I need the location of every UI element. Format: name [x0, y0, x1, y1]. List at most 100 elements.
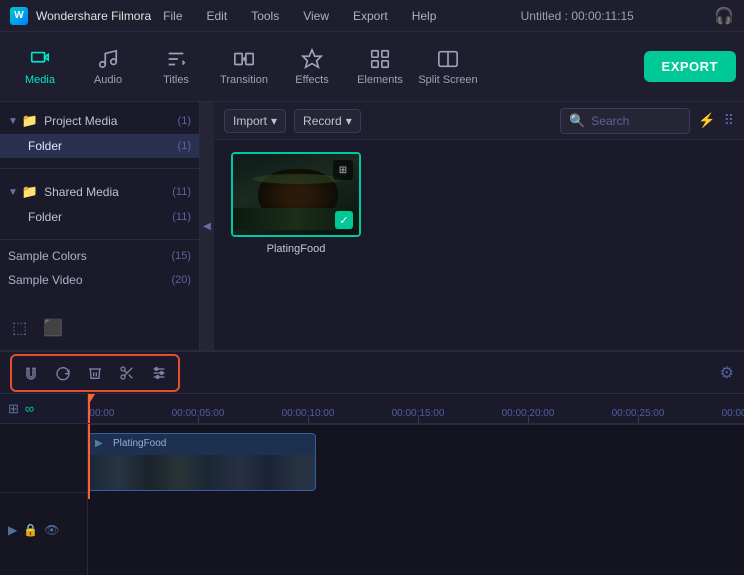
track-label-video: ▶ 🔒 👁: [0, 492, 87, 567]
left-panel: ▼ 📁 Project Media (1) Folder (1) ▼ 📁 Sha…: [0, 102, 200, 350]
folder-icon-2: 📁: [22, 184, 38, 200]
media-selected-check: ✓: [335, 211, 353, 229]
sample-colors-item[interactable]: Sample Colors (15): [0, 244, 199, 268]
add-folder-icon[interactable]: ⬚: [12, 318, 27, 338]
menu-export[interactable]: Export: [349, 7, 392, 25]
clip-name: PlatingFood: [113, 438, 166, 449]
project-media-section: ▼ 📁 Project Media (1) Folder (1): [0, 102, 199, 164]
search-input[interactable]: [591, 114, 681, 128]
ruler-tick-2: [308, 415, 309, 423]
timeline-content: ⊞ ∞ ▶ 🔒 👁 00:00:00:00 00:00:05:00 00:00:…: [0, 394, 744, 575]
media-item-name: PlatingFood: [267, 243, 326, 255]
timeline-right-tools: ⚙: [720, 363, 734, 383]
import-dropdown[interactable]: Import ▾: [224, 109, 286, 133]
timeline: ⚙ ⊞ ∞ ▶ 🔒 👁 00:00:00:00 00: [0, 350, 744, 575]
clip-thumbnail-strip: [89, 455, 315, 490]
main-content: ▼ 📁 Project Media (1) Folder (1) ▼ 📁 Sha…: [0, 102, 744, 350]
timeline-ruler: 00:00:00:00 00:00:05:00 00:00:10:00 00:0…: [88, 394, 744, 424]
track-lock-icon[interactable]: 🔒: [23, 523, 38, 537]
panel-collapse-arrow[interactable]: ◀: [200, 102, 214, 350]
search-icon: 🔍: [569, 113, 585, 129]
link-icon[interactable]: ∞: [25, 401, 34, 416]
add-track-icon[interactable]: ⊞: [8, 401, 19, 417]
track-labels: ▶ 🔒 👁: [0, 424, 87, 575]
tab-splitscreen-label: Split Screen: [418, 74, 477, 86]
media-qr-icon: ⊞: [333, 160, 353, 180]
media-item-platingfood[interactable]: ⊞ ✓ PlatingFood: [226, 152, 366, 255]
menu-edit[interactable]: Edit: [203, 7, 232, 25]
video-track-row: ▶ PlatingFood: [88, 424, 744, 499]
ruler-mark-6: 00:00:30:00: [722, 408, 744, 419]
project-media-count: (1): [178, 115, 191, 127]
redo-tool[interactable]: [48, 358, 78, 388]
playhead-triangle-icon: [88, 394, 95, 404]
sample-colors-count: (15): [171, 250, 191, 262]
shared-media-folder-count: (11): [172, 211, 191, 223]
media-thumb: ⊞ ✓: [231, 152, 361, 237]
ruler-playhead: [88, 394, 90, 423]
export-folder-icon[interactable]: ⬛: [43, 318, 63, 338]
adjust-tool[interactable]: [144, 358, 174, 388]
filter-icon[interactable]: ⚡: [698, 112, 715, 129]
tab-effects[interactable]: Effects: [280, 37, 344, 97]
title-bar-left: W Wondershare Filmora File Edit Tools Vi…: [10, 7, 440, 25]
search-box[interactable]: 🔍: [560, 108, 690, 134]
ruler-tick-3: [418, 415, 419, 423]
timeline-track-area: 00:00:00:00 00:00:05:00 00:00:10:00 00:0…: [88, 394, 744, 575]
cut-tool[interactable]: [112, 358, 142, 388]
headphone-icon[interactable]: 🎧: [714, 6, 734, 26]
shared-media-folder[interactable]: Folder (11): [0, 205, 199, 229]
menu-tools[interactable]: Tools: [247, 7, 283, 25]
magnet-tool[interactable]: [16, 358, 46, 388]
tab-elements[interactable]: Elements: [348, 37, 412, 97]
timeline-left-panel: ⊞ ∞ ▶ 🔒 👁: [0, 394, 88, 575]
project-media-header[interactable]: ▼ 📁 Project Media (1): [0, 108, 199, 134]
menu-file[interactable]: File: [159, 7, 186, 25]
shared-media-header[interactable]: ▼ 📁 Shared Media (11): [0, 179, 199, 205]
tab-media-label: Media: [25, 74, 55, 86]
tab-titles-label: Titles: [163, 74, 189, 86]
project-media-folder[interactable]: Folder (1): [0, 134, 199, 158]
tab-transition[interactable]: Transition: [212, 37, 276, 97]
track-video-icon: ▶: [8, 523, 17, 537]
tab-effects-label: Effects: [295, 74, 328, 86]
folder-child-label: Folder: [28, 139, 62, 153]
playhead-line: [88, 424, 90, 499]
ruler-tick-1: [198, 415, 199, 423]
clip-play-icon: ▶: [95, 438, 103, 449]
record-dropdown[interactable]: Record ▾: [294, 109, 361, 133]
timeline-settings-icon[interactable]: ⚙: [720, 365, 734, 382]
tab-titles[interactable]: Titles: [144, 37, 208, 97]
menu-view[interactable]: View: [299, 7, 333, 25]
tab-elements-label: Elements: [357, 74, 403, 86]
tracks-area: ▶ PlatingFood: [88, 424, 744, 499]
title-right: 🎧: [714, 6, 734, 26]
import-label: Import: [233, 114, 267, 128]
sample-video-label: Sample Video: [8, 273, 90, 287]
divider: [0, 168, 199, 169]
timeline-toolbar: ⚙: [0, 352, 744, 394]
media-toolbar: Import ▾ Record ▾ 🔍 ⚡ ⠿: [214, 102, 744, 140]
project-media-label: Project Media: [44, 114, 177, 128]
video-clip-platingfood[interactable]: ▶ PlatingFood: [88, 433, 316, 491]
title-bar: W Wondershare Filmora File Edit Tools Vi…: [0, 0, 744, 32]
panel-bottom-actions: ⬚ ⬛: [0, 314, 75, 342]
sample-video-count: (20): [171, 274, 191, 286]
ruler-mark-0: 00:00:00:00: [88, 408, 114, 419]
tab-splitscreen[interactable]: Split Screen: [416, 37, 480, 97]
menu-help[interactable]: Help: [408, 7, 441, 25]
record-chevron-icon: ▾: [346, 114, 352, 128]
tab-audio-label: Audio: [94, 74, 122, 86]
project-media-folder-count: (1): [178, 140, 191, 152]
tab-media[interactable]: Media: [8, 37, 72, 97]
tab-audio[interactable]: Audio: [76, 37, 140, 97]
grid-view-icon[interactable]: ⠿: [724, 112, 734, 129]
sample-video-item[interactable]: Sample Video (20): [0, 268, 199, 292]
shared-media-section: ▼ 📁 Shared Media (11) Folder (11): [0, 173, 199, 235]
folder-icon: 📁: [22, 113, 38, 129]
shared-media-label: Shared Media: [44, 185, 172, 199]
import-chevron-icon: ▾: [271, 114, 277, 128]
delete-tool[interactable]: [80, 358, 110, 388]
track-eye-icon[interactable]: 👁: [44, 523, 59, 537]
export-button[interactable]: EXPORT: [644, 51, 736, 82]
